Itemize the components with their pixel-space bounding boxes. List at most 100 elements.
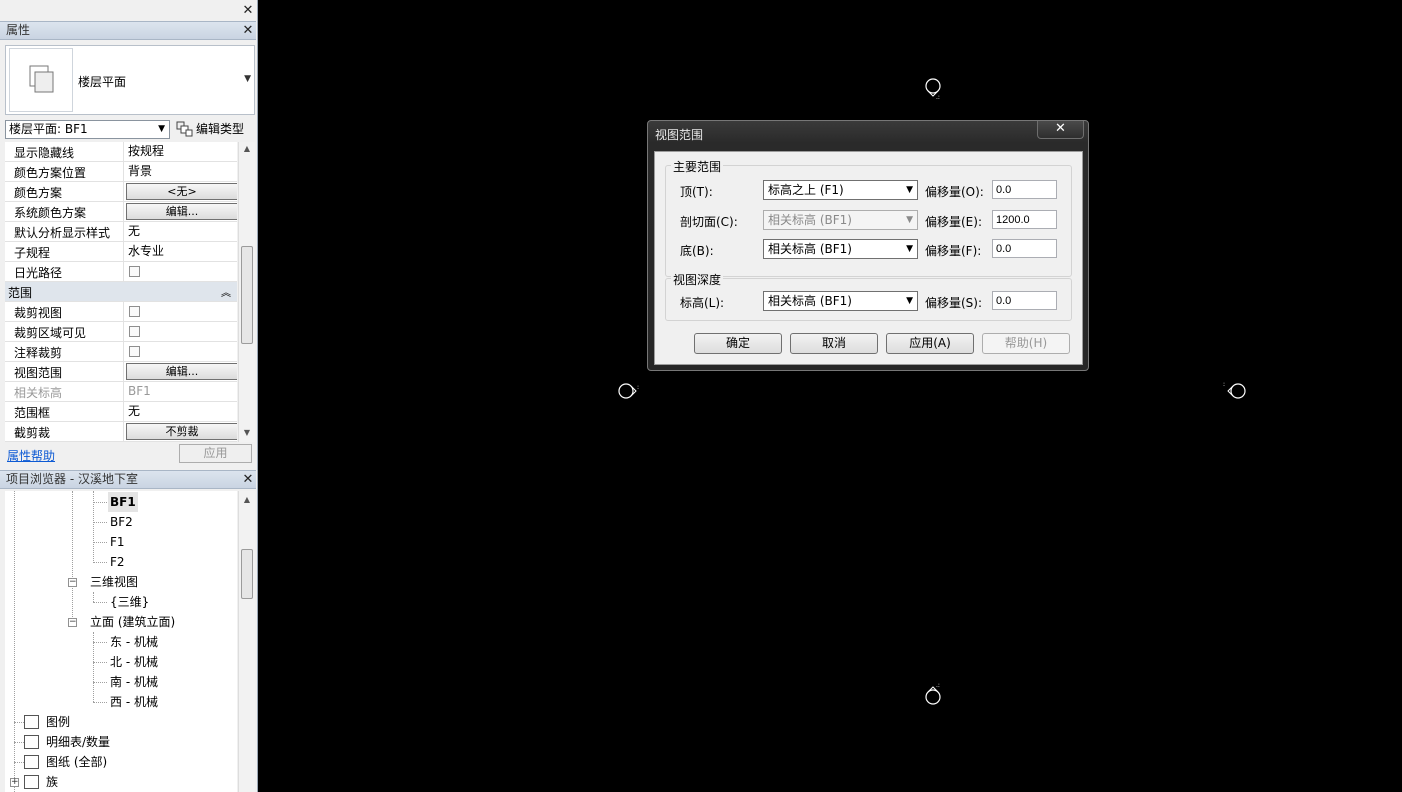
property-value: 编辑... [123, 202, 237, 221]
property-row[interactable]: 注释裁剪 [5, 342, 237, 362]
ok-button[interactable]: 确定 [694, 333, 782, 354]
cut-offset-input[interactable] [992, 210, 1057, 229]
annotation-crop-checkbox[interactable] [129, 346, 140, 357]
scroll-thumb[interactable] [241, 246, 253, 344]
svg-text::: : [1223, 381, 1225, 388]
property-name: 相关标高 [14, 386, 63, 400]
property-row[interactable]: 显示隐藏线 按规程 [5, 142, 237, 162]
browser-scrollbar[interactable]: ▲ [238, 491, 255, 792]
system-color-scheme-button[interactable]: 编辑... [126, 203, 237, 220]
view-depth-label: 视图深度 [671, 271, 724, 288]
bottom-offset-input[interactable] [992, 239, 1057, 258]
tree-item-3d[interactable]: {三维} [110, 592, 149, 612]
elevation-marker-south[interactable]: .: [922, 680, 948, 708]
cancel-button[interactable]: 取消 [790, 333, 878, 354]
bottom-level-select[interactable]: 相关标高 (BF1) ▼ [763, 239, 918, 259]
view-range-edit-button[interactable]: 编辑... [126, 363, 237, 380]
bottom-offset-label: 偏移量(F): [925, 244, 982, 258]
close-icon[interactable]: ✕ [241, 473, 255, 487]
project-browser-tree: BF1 BF2 F1 F2 − 三维视图 {三维} − 立面 (建筑立面) 东 … [5, 491, 237, 792]
top-level-select[interactable]: 标高之上 (F1) ▼ [763, 180, 918, 200]
tree-item-elevations[interactable]: 立面 (建筑立面) [90, 612, 175, 632]
apply-button[interactable]: 应用 [179, 444, 252, 463]
double-chevron-up-icon[interactable]: ︽ [221, 284, 231, 299]
scroll-thumb[interactable] [241, 549, 253, 599]
tree-item-families[interactable]: 族 [46, 772, 58, 792]
expand-icon[interactable]: + [10, 778, 19, 787]
property-row: 相关标高 BF1 [5, 382, 237, 402]
elevation-marker-west[interactable]: : [616, 380, 644, 402]
far-clip-button[interactable]: 不剪裁 [126, 423, 237, 440]
property-row[interactable]: 截剪裁 不剪裁 [5, 422, 237, 442]
collapse-icon[interactable]: − [68, 578, 77, 587]
properties-title: 属性 [6, 23, 31, 37]
property-row[interactable]: 范围框 无 [5, 402, 237, 422]
tree-item-3d-views[interactable]: 三维视图 [90, 572, 138, 592]
schedule-icon [24, 735, 39, 749]
scroll-down-icon[interactable]: ▼ [239, 428, 255, 437]
type-selector[interactable]: 楼层平面 ▼ [5, 45, 255, 115]
elevation-marker-north[interactable]: .: [922, 76, 948, 102]
chevron-down-icon: ▼ [906, 215, 913, 225]
apply-button[interactable]: 应用(A) [886, 333, 974, 354]
property-name: 颜色方案位置 [14, 166, 87, 180]
tree-item-north[interactable]: 北 - 机械 [110, 652, 158, 672]
property-row[interactable]: 默认分析显示样式 无 [5, 222, 237, 242]
chevron-down-icon[interactable]: ▼ [244, 74, 251, 84]
property-value: 不剪裁 [123, 422, 237, 441]
level-label: 标高(L): [680, 296, 725, 310]
tree-item-east[interactable]: 东 - 机械 [110, 632, 158, 652]
tree-item-f2[interactable]: F2 [110, 552, 125, 572]
property-group-extents[interactable]: 范围 ︽ [5, 282, 237, 302]
property-row[interactable]: 视图范围 编辑... [5, 362, 237, 382]
property-row[interactable]: 颜色方案位置 背景 [5, 162, 237, 182]
view-instance-select[interactable]: 楼层平面: BF1 ▼ [5, 120, 170, 139]
tree-item-schedules[interactable]: 明细表/数量 [46, 732, 110, 752]
close-icon[interactable]: ✕ [1037, 121, 1084, 139]
property-row[interactable]: 裁剪视图 [5, 302, 237, 322]
close-icon[interactable]: ✕ [241, 24, 255, 38]
close-icon[interactable]: ✕ [241, 4, 255, 18]
property-row[interactable]: 裁剪区域可见 [5, 322, 237, 342]
property-value[interactable]: 水专业 [123, 242, 237, 261]
tree-item-bf1[interactable]: BF1 [108, 492, 138, 512]
crop-view-checkbox[interactable] [129, 306, 140, 317]
top-offset-input[interactable] [992, 180, 1057, 199]
property-value [123, 322, 237, 341]
properties-scrollbar[interactable]: ▲ ▼ [238, 142, 255, 442]
property-value[interactable]: 无 [123, 402, 237, 421]
crop-region-visible-checkbox[interactable] [129, 326, 140, 337]
property-row[interactable]: 系统颜色方案 编辑... [5, 202, 237, 222]
property-value[interactable]: 按规程 [123, 142, 237, 161]
property-name: 注释裁剪 [14, 346, 63, 360]
tree-item-bf2[interactable]: BF2 [110, 512, 133, 532]
property-row[interactable]: 子规程 水专业 [5, 242, 237, 262]
property-row[interactable]: 颜色方案 <无> [5, 182, 237, 202]
properties-grid: 显示隐藏线 按规程 颜色方案位置 背景 颜色方案 <无> 系统颜色方案 编辑..… [5, 142, 237, 442]
tree-item-west[interactable]: 西 - 机械 [110, 692, 158, 712]
properties-help-link[interactable]: 属性帮助 [7, 447, 55, 464]
tree-connector [93, 592, 94, 602]
scroll-up-icon[interactable]: ▲ [239, 495, 255, 504]
tree-connector [93, 702, 107, 703]
floor-plan-icon [9, 48, 73, 112]
tree-item-f1[interactable]: F1 [110, 532, 125, 552]
property-name: 范围框 [14, 406, 51, 420]
property-row[interactable]: 日光路径 [5, 262, 237, 282]
scroll-up-icon[interactable]: ▲ [239, 144, 255, 153]
depth-level-select[interactable]: 相关标高 (BF1) ▼ [763, 291, 918, 311]
tree-item-south[interactable]: 南 - 机械 [110, 672, 158, 692]
tree-item-sheets[interactable]: 图纸 (全部) [46, 752, 107, 772]
property-value[interactable]: 无 [123, 222, 237, 241]
edit-type-button[interactable]: 编辑类型 [176, 119, 244, 139]
collapse-icon[interactable]: − [68, 618, 77, 627]
color-scheme-button[interactable]: <无> [126, 183, 237, 200]
tree-connector [93, 602, 107, 603]
elevation-marker-east[interactable]: : [1220, 378, 1250, 402]
property-name: 裁剪视图 [14, 306, 63, 320]
tree-item-legends[interactable]: 图例 [46, 712, 70, 732]
chevron-down-icon: ▼ [906, 185, 913, 195]
depth-offset-input[interactable] [992, 291, 1057, 310]
sun-path-checkbox[interactable] [129, 266, 140, 277]
property-value[interactable]: 背景 [123, 162, 237, 181]
